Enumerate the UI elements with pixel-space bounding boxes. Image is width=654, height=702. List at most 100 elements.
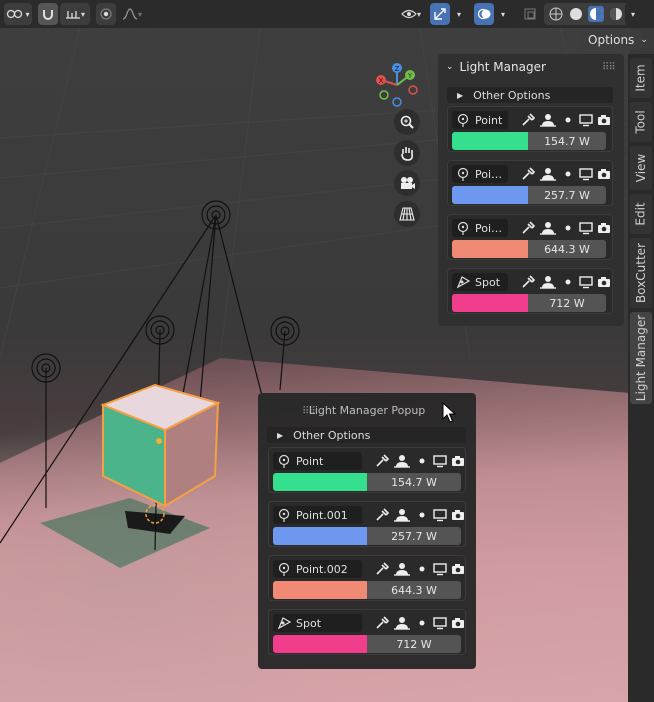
panel-header[interactable]: ⌄ Light Manager (446, 60, 546, 74)
projection-toggle-button[interactable] (394, 201, 420, 227)
light-color-swatch[interactable] (452, 294, 528, 312)
light-power-field[interactable]: 154.7 W (367, 473, 461, 491)
solid-shading-icon[interactable] (569, 7, 583, 21)
select-object-icon[interactable] (540, 220, 556, 236)
tab-edit[interactable]: Edit (630, 194, 652, 234)
select-object-icon[interactable] (394, 615, 410, 631)
proportional-edit-button[interactable] (96, 3, 116, 25)
monitor-icon[interactable] (578, 112, 594, 128)
wireframe-shading-icon[interactable] (549, 7, 563, 21)
eyedropper-icon[interactable] (520, 166, 536, 182)
material-preview-icon[interactable] (588, 6, 604, 22)
light-color-swatch[interactable] (452, 186, 528, 204)
select-object-icon[interactable] (394, 453, 410, 469)
monitor-icon[interactable] (432, 453, 448, 469)
tab-view[interactable]: View (630, 146, 652, 190)
eyedropper-icon[interactable] (374, 561, 390, 577)
light-color-swatch[interactable] (452, 132, 528, 150)
visibility-button[interactable]: ▾ (396, 3, 426, 25)
monitor-icon[interactable] (432, 507, 448, 523)
eyedropper-icon[interactable] (374, 615, 390, 631)
camera-icon[interactable] (450, 615, 466, 631)
camera-icon[interactable] (596, 220, 612, 236)
eyedropper-icon[interactable] (374, 453, 390, 469)
snap-target-button[interactable]: ▾ (60, 3, 90, 25)
tab-light-manager[interactable]: Light Manager (630, 312, 652, 404)
light-name-field[interactable]: Poi… (452, 165, 508, 183)
shading-mode-group (544, 3, 628, 25)
other-options-toggle[interactable]: ▶ Other Options (447, 87, 613, 103)
overlays-toggle-button[interactable] (474, 3, 494, 25)
xray-toggle-button[interactable] (520, 3, 540, 25)
dot-icon[interactable] (560, 112, 576, 128)
axis-navigation-gizmo[interactable]: Z X Y (374, 62, 420, 108)
light-name-field[interactable]: Point.002 (273, 560, 362, 578)
light-card: Poi… 644.3 W (447, 214, 613, 260)
camera-icon[interactable] (450, 453, 466, 469)
light-color-swatch[interactable] (273, 581, 367, 599)
light-power-field[interactable]: 644.3 W (528, 240, 606, 258)
light-name-field[interactable]: Spot (452, 273, 508, 291)
shading-dropdown-button[interactable]: ▾ (625, 3, 641, 25)
light-name-field[interactable]: Spot (273, 614, 362, 632)
dot-icon[interactable] (414, 453, 430, 469)
monitor-icon[interactable] (578, 166, 594, 182)
options-dropdown[interactable]: Options ⌄ (580, 30, 648, 50)
dot-icon[interactable] (560, 166, 576, 182)
tab-label: BoxCutter (634, 242, 648, 304)
select-object-icon[interactable] (540, 274, 556, 290)
pan-button[interactable] (394, 140, 420, 166)
drag-grip-icon[interactable]: ⠿⠿ (602, 62, 616, 73)
dot-icon[interactable] (414, 561, 430, 577)
light-name-field[interactable]: Point (273, 452, 362, 470)
light-power-field[interactable]: 644.3 W (367, 581, 461, 599)
eyedropper-icon[interactable] (520, 274, 536, 290)
light-power-field[interactable]: 154.7 W (528, 132, 606, 150)
camera-icon[interactable] (450, 507, 466, 523)
monitor-icon[interactable] (432, 561, 448, 577)
gizmo-toggle-button[interactable] (430, 3, 450, 25)
light-power-field[interactable]: 712 W (367, 635, 461, 653)
light-power-field[interactable]: 712 W (528, 294, 606, 312)
rendered-shading-icon[interactable] (609, 7, 623, 21)
select-object-icon[interactable] (540, 112, 556, 128)
camera-view-button[interactable] (394, 170, 420, 196)
dot-icon[interactable] (560, 220, 576, 236)
dot-icon[interactable] (414, 615, 430, 631)
camera-icon[interactable] (450, 561, 466, 577)
snap-toggle-button[interactable] (38, 3, 58, 25)
tab-item[interactable]: Item (630, 58, 652, 98)
gizmo-dropdown-button[interactable]: ▾ (451, 3, 467, 25)
light-color-swatch[interactable] (273, 527, 367, 545)
tab-boxcutter[interactable]: BoxCutter (630, 238, 652, 308)
select-object-icon[interactable] (540, 166, 556, 182)
dot-icon[interactable] (560, 274, 576, 290)
light-name: Spot (296, 616, 322, 630)
light-name-field[interactable]: Poi… (452, 219, 508, 237)
monitor-icon[interactable] (432, 615, 448, 631)
light-color-swatch[interactable] (452, 240, 528, 258)
light-name-field[interactable]: Point (452, 111, 508, 129)
light-color-swatch[interactable] (273, 473, 367, 491)
other-options-toggle[interactable]: ▶ Other Options (267, 427, 466, 443)
light-color-swatch[interactable] (273, 635, 367, 653)
transform-pivot-button[interactable]: ▾ (4, 3, 32, 25)
eyedropper-icon[interactable] (520, 112, 536, 128)
tab-tool[interactable]: Tool (630, 102, 652, 142)
light-name-field[interactable]: Point.001 (273, 506, 362, 524)
falloff-button[interactable]: ▾ (118, 3, 146, 25)
light-power-field[interactable]: 257.7 W (367, 527, 461, 545)
overlays-dropdown-button[interactable]: ▾ (495, 3, 511, 25)
camera-icon[interactable] (596, 112, 612, 128)
monitor-icon[interactable] (578, 220, 594, 236)
zoom-button[interactable] (394, 109, 420, 135)
camera-icon[interactable] (596, 166, 612, 182)
dot-icon[interactable] (414, 507, 430, 523)
eyedropper-icon[interactable] (374, 507, 390, 523)
camera-icon[interactable] (596, 274, 612, 290)
select-object-icon[interactable] (394, 507, 410, 523)
select-object-icon[interactable] (394, 561, 410, 577)
monitor-icon[interactable] (578, 274, 594, 290)
eyedropper-icon[interactable] (520, 220, 536, 236)
light-power-field[interactable]: 257.7 W (528, 186, 606, 204)
